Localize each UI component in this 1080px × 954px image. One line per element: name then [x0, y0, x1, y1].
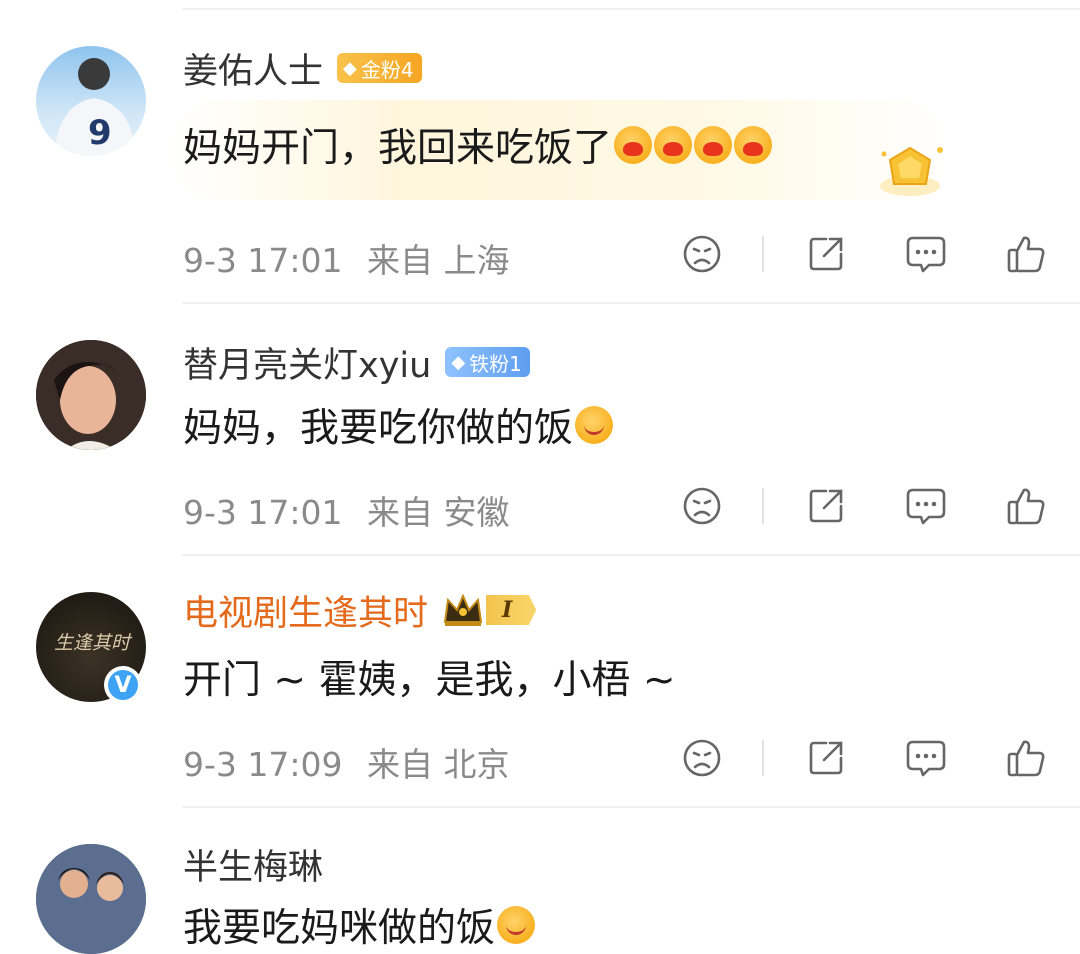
avatar[interactable]	[36, 844, 146, 954]
name-row: 半生梅琳	[183, 842, 323, 888]
emoji-icon	[497, 906, 536, 944]
comment-text-row: 我要吃妈咪做的饭	[183, 900, 536, 951]
username[interactable]: 半生梅琳	[183, 839, 323, 890]
comment-item: 半生梅琳 我要吃妈咪做的饭	[0, 0, 1080, 954]
comment-text: 我要吃妈咪做的饭	[183, 906, 496, 951]
